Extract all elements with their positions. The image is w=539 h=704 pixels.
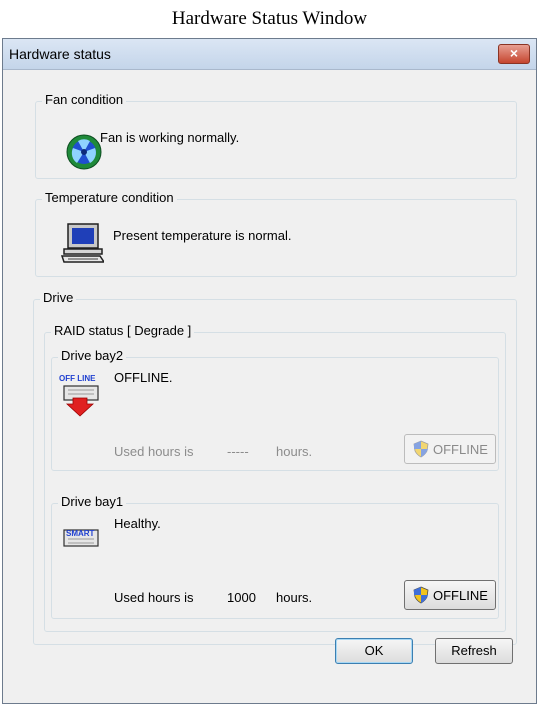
shield-icon xyxy=(413,440,429,458)
fan-condition-group: Fan condition Fan is working normally. xyxy=(35,92,517,179)
drive-bay1-group: Drive bay1 SMART Healthy. Used hours is … xyxy=(51,494,499,619)
fan-condition-label: Fan condition xyxy=(42,92,127,107)
drive-bay1-label: Drive bay1 xyxy=(58,494,127,509)
temperature-condition-label: Temperature condition xyxy=(42,190,177,205)
temperature-condition-group: Temperature condition Present temperatur… xyxy=(35,190,517,277)
drive-bay2-group: Drive bay2 OFF LINE OFFLINE. Used hours … xyxy=(51,348,499,471)
ok-button-label: OK xyxy=(364,643,384,658)
smart-drive-icon: SMART xyxy=(63,529,99,547)
shield-icon xyxy=(413,586,429,604)
refresh-button[interactable]: Refresh xyxy=(435,638,513,664)
close-button[interactable]: × xyxy=(498,44,530,64)
raid-status-group: RAID status [ Degrade ] Drive bay2 OFF L… xyxy=(44,323,506,632)
window-title: Hardware status xyxy=(9,46,111,62)
drive-bay1-hours-suffix: hours. xyxy=(276,590,313,605)
offline-drive-icon: OFF LINE xyxy=(59,374,99,417)
drive-bay2-status: OFFLINE. xyxy=(114,370,173,385)
drive-bay2-offline-button[interactable]: OFFLINE xyxy=(404,434,496,464)
drive-label: Drive xyxy=(40,290,77,305)
computer-icon xyxy=(60,223,104,263)
drive-bay1-hours-value: 1000 xyxy=(227,590,256,605)
figure-caption: Hardware Status Window xyxy=(171,8,368,29)
drive-group: Drive RAID status [ Degrade ] Drive bay2… xyxy=(33,290,517,645)
drive-bay1-hours-prefix: Used hours is xyxy=(114,590,194,605)
title-bar[interactable]: Hardware status × xyxy=(3,39,536,70)
offline-drive-icon-text: OFF LINE xyxy=(59,374,96,383)
drive-bay2-label: Drive bay2 xyxy=(58,348,127,363)
drive-bay1-offline-button[interactable]: OFFLINE xyxy=(404,580,496,610)
refresh-button-label: Refresh xyxy=(451,643,497,658)
drive-bay2-hours-value: ----- xyxy=(227,444,249,459)
smart-drive-icon-text: SMART xyxy=(66,529,95,538)
drive-bay1-status: Healthy. xyxy=(114,516,161,531)
drive-bay2-hours-prefix: Used hours is xyxy=(114,444,194,459)
fan-status-message: Fan is working normally. xyxy=(100,130,240,145)
drive-bay2-hours-suffix: hours. xyxy=(276,444,313,459)
raid-status-label: RAID status [ Degrade ] xyxy=(51,323,195,338)
drive-bay2-offline-label: OFFLINE xyxy=(433,442,488,457)
temperature-status-message: Present temperature is normal. xyxy=(113,228,292,243)
drive-bay1-offline-label: OFFLINE xyxy=(433,588,488,603)
fan-icon xyxy=(66,134,102,170)
hardware-status-window: Hardware status × Fan condition Fan is w… xyxy=(2,38,537,704)
ok-button[interactable]: OK xyxy=(335,638,413,664)
